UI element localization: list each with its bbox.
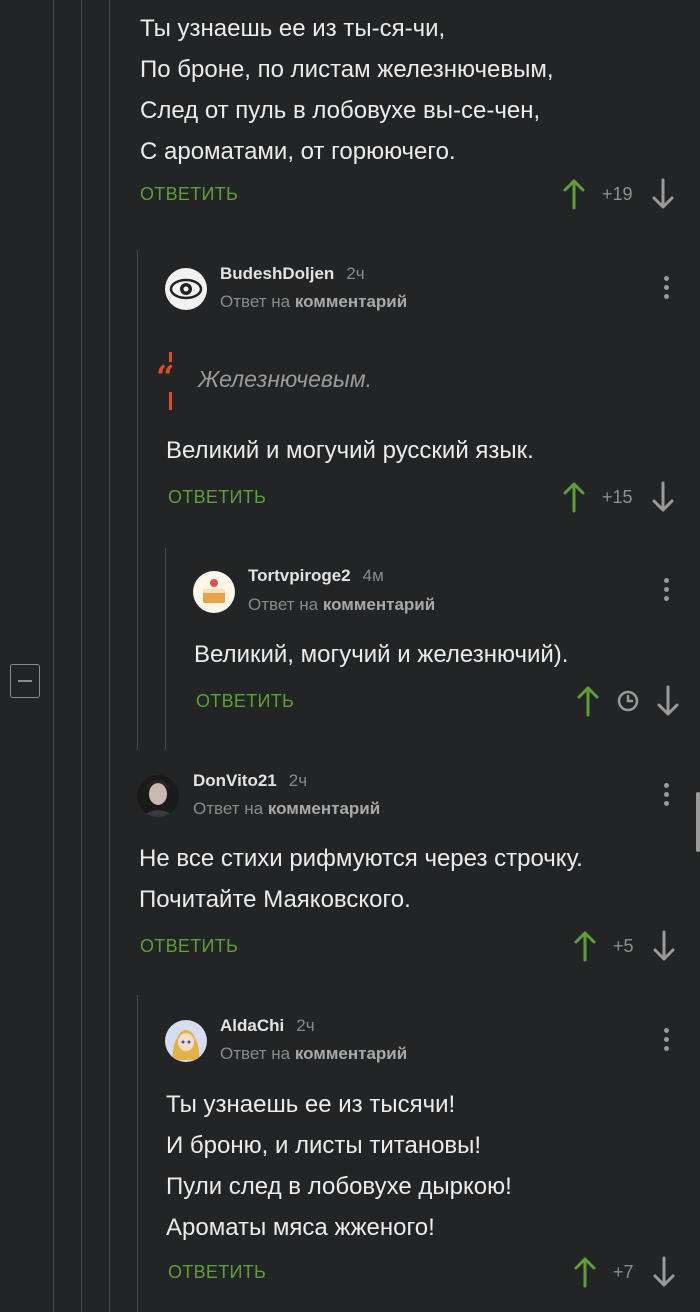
downvote-icon[interactable] bbox=[651, 178, 675, 210]
thread-line-6 bbox=[165, 548, 166, 750]
reply-button[interactable]: ОТВЕТИТЬ bbox=[140, 184, 238, 205]
reply-to-meta: Ответ на комментарий bbox=[248, 595, 435, 615]
parent-comment-link[interactable]: комментарий bbox=[295, 1044, 407, 1063]
anime-avatar bbox=[172, 1030, 200, 1060]
reply-to-meta: Ответ на комментарий bbox=[220, 292, 407, 312]
comment-text-line: По броне, по листам железнючевым, bbox=[140, 56, 554, 83]
comment-text-line: С ароматами, от горюючего. bbox=[140, 138, 456, 165]
avatar[interactable] bbox=[137, 775, 179, 817]
downvote-icon[interactable] bbox=[652, 1256, 676, 1288]
more-options-icon[interactable] bbox=[664, 1028, 670, 1054]
avatar[interactable] bbox=[165, 1020, 207, 1062]
meta-prefix: Ответ на bbox=[193, 799, 264, 818]
parent-comment-link[interactable]: комментарий bbox=[295, 292, 407, 311]
meta-prefix: Ответ на bbox=[220, 292, 291, 311]
reply-button[interactable]: ОТВЕТИТЬ bbox=[168, 1262, 266, 1283]
reply-button[interactable]: ОТВЕТИТЬ bbox=[140, 936, 238, 957]
reply-to-meta: Ответ на комментарий bbox=[220, 1044, 407, 1064]
thread-line-4 bbox=[137, 250, 138, 750]
comment-text-line: И броню, и листы титановы! bbox=[166, 1132, 482, 1159]
comment-text-line: Пули след в лобовухе дыркою! bbox=[166, 1173, 512, 1200]
upvote-icon[interactable] bbox=[573, 930, 597, 962]
thread-line-1 bbox=[53, 0, 54, 1312]
score: +19 bbox=[602, 183, 633, 204]
meta-prefix: Ответ на bbox=[220, 1044, 291, 1063]
comment-text-line: След от пуль в лобовухе вы-се-чен, bbox=[140, 97, 541, 124]
downvote-icon[interactable] bbox=[656, 685, 680, 717]
comment-text-line: Почитайте Маяковского. bbox=[139, 886, 411, 913]
upvote-icon[interactable] bbox=[562, 178, 586, 210]
author-name[interactable]: AldaChi bbox=[220, 1016, 284, 1035]
eye-icon bbox=[169, 278, 203, 300]
thread-line-5 bbox=[137, 995, 138, 1312]
vote-area: +7 bbox=[573, 1256, 676, 1288]
collapse-thread-button[interactable] bbox=[10, 664, 40, 698]
vote-area: +19 bbox=[562, 178, 675, 210]
comment-time: 4м bbox=[362, 566, 384, 585]
vote-area bbox=[576, 685, 680, 717]
comment-time: 2ч bbox=[346, 264, 365, 283]
more-options-icon[interactable] bbox=[664, 276, 670, 302]
comment-text: Великий, могучий и железнючий). bbox=[194, 641, 569, 668]
comment-text-line: Ты узнаешь ее из тысячи! bbox=[166, 1091, 456, 1118]
comment-text: Великий и могучий русский язык. bbox=[166, 437, 534, 464]
parent-comment-link[interactable]: комментарий bbox=[323, 595, 435, 614]
author-name[interactable]: BudeshDoljen bbox=[220, 264, 334, 283]
downvote-icon[interactable] bbox=[652, 930, 676, 962]
parent-comment-link[interactable]: комментарий bbox=[268, 799, 380, 818]
author-name[interactable]: Tortvpiroge2 bbox=[248, 566, 351, 585]
score: +7 bbox=[613, 1261, 634, 1282]
vote-area: +15 bbox=[562, 481, 675, 513]
vote-area: +5 bbox=[573, 930, 676, 962]
user-photo bbox=[141, 780, 175, 817]
upvote-icon[interactable] bbox=[573, 1256, 597, 1288]
thread-line-3 bbox=[109, 0, 110, 1312]
comment-text-line: Ты узнаешь ее из ты-ся-чи, bbox=[140, 15, 446, 42]
reply-button[interactable]: ОТВЕТИТЬ bbox=[168, 487, 266, 508]
comment-time: 2ч bbox=[296, 1016, 315, 1035]
reply-to-meta: Ответ на комментарий bbox=[193, 799, 380, 819]
clock-icon bbox=[617, 690, 639, 712]
quote-icon: “ bbox=[156, 361, 186, 393]
avatar[interactable] bbox=[165, 268, 207, 310]
upvote-icon[interactable] bbox=[562, 481, 586, 513]
score: +15 bbox=[602, 486, 633, 507]
reply-button[interactable]: ОТВЕТИТЬ bbox=[196, 691, 294, 712]
author-name[interactable]: DonVito21 bbox=[193, 771, 277, 790]
score: +5 bbox=[613, 935, 634, 956]
meta-prefix: Ответ на bbox=[248, 595, 319, 614]
comment-text-line: Ароматы мяса жженого! bbox=[166, 1214, 435, 1241]
upvote-icon[interactable] bbox=[576, 685, 600, 717]
more-options-icon[interactable] bbox=[664, 783, 670, 809]
comment-time: 2ч bbox=[288, 771, 308, 790]
quote-text: Железнючевым. bbox=[198, 366, 373, 392]
comment-text-line: Не все стихи рифмуются через строчку. bbox=[139, 845, 583, 872]
cake-icon bbox=[203, 579, 225, 603]
downvote-icon[interactable] bbox=[651, 481, 675, 513]
thread-line-2 bbox=[81, 0, 82, 1312]
scrollbar[interactable] bbox=[696, 792, 700, 852]
avatar[interactable] bbox=[193, 571, 235, 613]
more-options-icon[interactable] bbox=[664, 578, 670, 604]
